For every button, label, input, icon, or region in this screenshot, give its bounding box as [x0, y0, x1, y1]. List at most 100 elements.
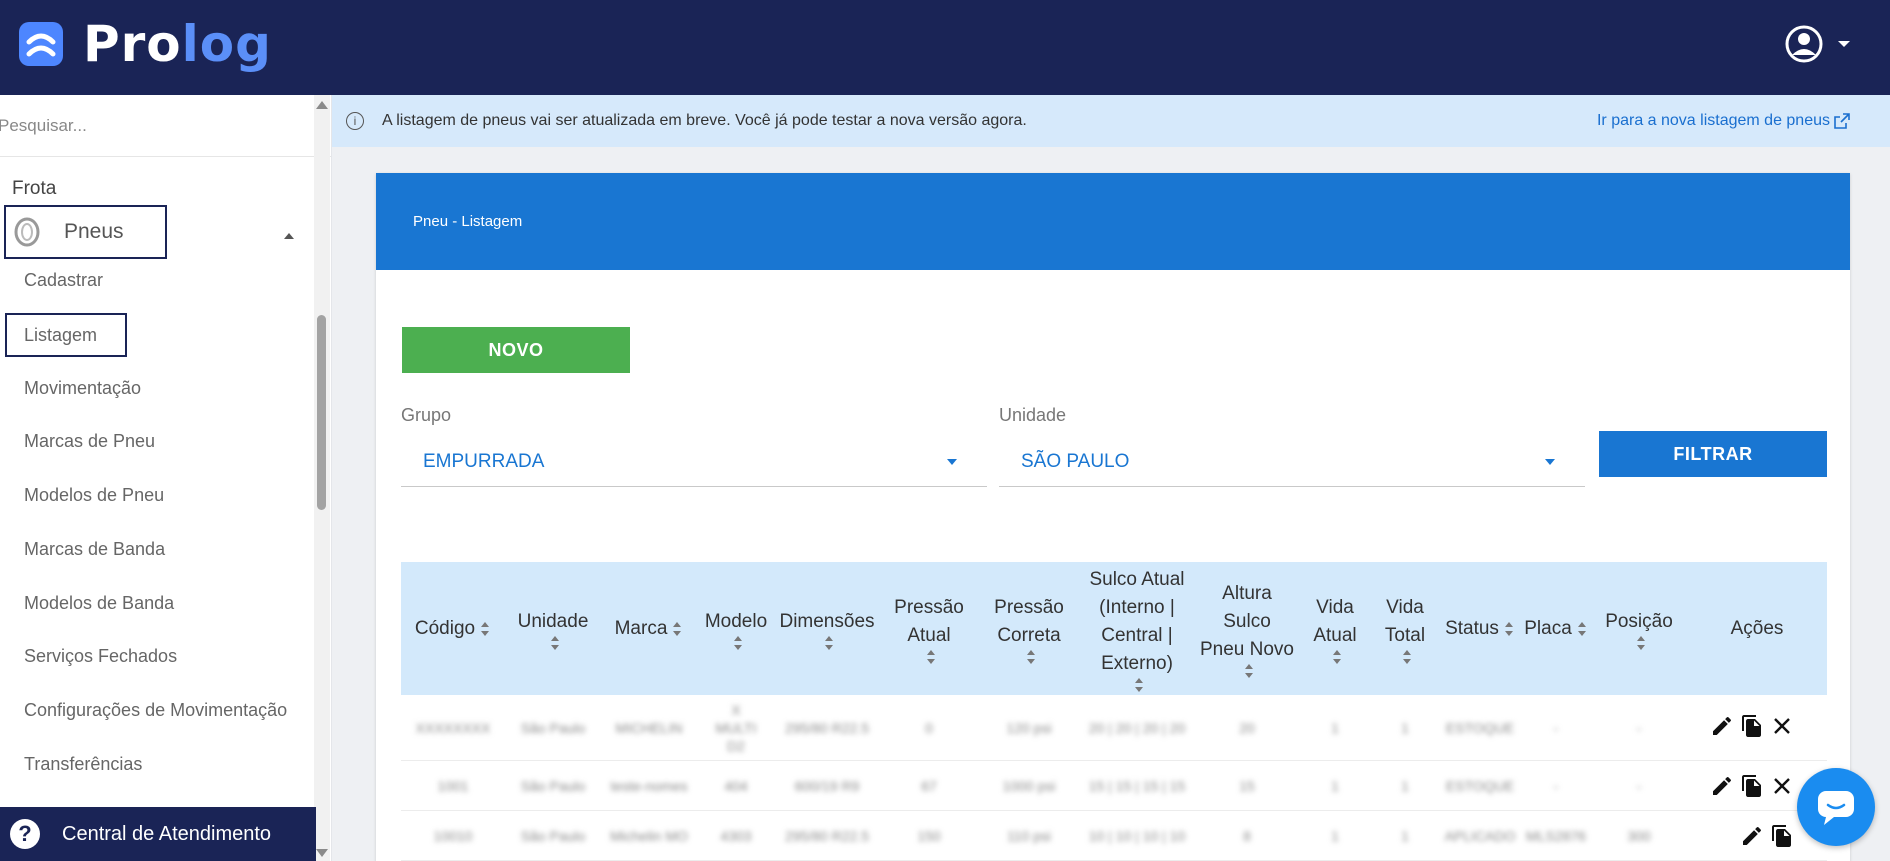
cell-pressao-atual: 67: [921, 778, 937, 794]
sort-icon[interactable]: [1403, 649, 1413, 664]
sidebar-scroll-thumb[interactable]: [317, 315, 326, 510]
cell-altura-sulco: 15: [1239, 778, 1255, 794]
col-header-posicao[interactable]: Posição: [1591, 562, 1687, 695]
user-avatar-icon[interactable]: [1784, 24, 1824, 64]
logo-text-part2: log: [181, 15, 272, 73]
cell-unidade: São Paulo: [520, 720, 586, 736]
info-icon: i: [346, 112, 364, 130]
cell-marca: MICHELIN: [615, 720, 683, 736]
group-select[interactable]: EMPURRADA: [401, 437, 987, 487]
col-header-placa[interactable]: Placa: [1521, 562, 1591, 695]
sort-icon[interactable]: [551, 635, 561, 650]
cell-codigo: XXXXXXXX: [415, 720, 491, 736]
sort-icon[interactable]: [825, 635, 835, 650]
sidebar-item-servicos-fechados[interactable]: Serviços Fechados: [24, 646, 177, 667]
sidebar-item-transferencias[interactable]: Transferências: [24, 754, 142, 775]
help-icon: ?: [10, 819, 40, 849]
col-header-label: Status: [1445, 617, 1499, 639]
cell-vida-atual: 1: [1331, 778, 1339, 794]
chat-widget-button[interactable]: [1797, 768, 1875, 846]
filter-button[interactable]: FILTRAR: [1599, 431, 1827, 477]
col-header-pressao-atual[interactable]: Pressão Atual: [879, 562, 979, 695]
sort-icon[interactable]: [1333, 649, 1343, 664]
sidebar-item-config-movimentacao[interactable]: Configurações de Movimentação: [24, 700, 287, 721]
sidebar-item-modelos-banda[interactable]: Modelos de Banda: [24, 593, 174, 614]
sort-icon[interactable]: [1135, 677, 1145, 692]
cell-dimensoes: 600/19 R9: [794, 778, 860, 794]
sort-icon[interactable]: [481, 621, 491, 636]
col-header-vida-total[interactable]: Vida Total: [1371, 562, 1439, 695]
col-header-label: Modelo: [704, 610, 768, 632]
sort-icon[interactable]: [1637, 635, 1647, 650]
cell-sulco-atual: 20 | 20 | 20 | 20: [1088, 720, 1186, 736]
sidebar-group-label: Pneus: [64, 220, 124, 243]
sort-icon[interactable]: [734, 635, 744, 650]
cell-posicao: -: [1636, 720, 1642, 736]
cell-altura-sulco: 8: [1243, 828, 1251, 844]
row-actions: [1737, 821, 1797, 851]
external-link-icon[interactable]: [1834, 113, 1850, 129]
table-header: Código Unidade Marca Modelo Dimensões Pr…: [401, 562, 1827, 695]
sidebar-item-marcas-pneu[interactable]: Marcas de Pneu: [24, 431, 155, 452]
sidebar-item-modelos-pneu[interactable]: Modelos de Pneu: [24, 485, 164, 506]
cell-vida-total: 1: [1401, 828, 1409, 844]
col-header-marca[interactable]: Marca: [601, 562, 697, 695]
edit-icon[interactable]: [1707, 711, 1737, 741]
col-header-altura-sulco[interactable]: Altura Sulco Pneu Novo: [1195, 562, 1299, 695]
chevron-up-icon[interactable]: [284, 233, 294, 239]
new-list-link[interactable]: Ir para a nova listagem de pneus: [1597, 112, 1830, 130]
user-menu[interactable]: [1784, 24, 1850, 64]
sidebar-item-listagem[interactable]: Listagem: [5, 313, 127, 357]
cell-pressao-correta: 120 psi: [1006, 720, 1052, 736]
app-logo[interactable]: Prolog: [19, 19, 272, 69]
col-header-vida-atual[interactable]: Vida Atual: [1299, 562, 1371, 695]
unit-select[interactable]: SÃO PAULO: [999, 437, 1585, 487]
sort-icon[interactable]: [1245, 663, 1255, 678]
cell-placa: -: [1553, 778, 1559, 794]
cell-sulco-atual: 10 | 10 | 10 | 10: [1088, 828, 1186, 844]
col-header-dimensoes[interactable]: Dimensões: [775, 562, 879, 695]
edit-icon[interactable]: [1707, 771, 1737, 801]
cell-pressao-correta: 1000 psi: [1002, 778, 1056, 794]
edit-icon[interactable]: [1737, 821, 1767, 851]
scroll-down-icon[interactable]: [316, 849, 328, 857]
cell-dimensoes: 295/80 R22.5: [784, 720, 870, 736]
col-header-sulco-atual[interactable]: Sulco Atual (Interno | Central | Externo…: [1079, 562, 1195, 695]
sidebar-group-pneus[interactable]: Pneus: [4, 205, 167, 259]
cell-vida-total: 1: [1401, 778, 1409, 794]
copy-icon[interactable]: [1767, 821, 1797, 851]
sidebar-search-input[interactable]: [0, 115, 298, 136]
info-banner: i A listagem de pneus vai ser atualizada…: [332, 95, 1890, 147]
copy-icon[interactable]: [1737, 771, 1767, 801]
col-header-label: Vida Atual: [1313, 596, 1357, 646]
col-header-pressao-correta[interactable]: Pressão Correta: [979, 562, 1079, 695]
col-header-unidade[interactable]: Unidade: [505, 562, 601, 695]
cell-marca: teste-nomes: [610, 778, 688, 794]
col-header-label: Placa: [1524, 617, 1572, 639]
copy-icon[interactable]: [1737, 711, 1767, 741]
sort-icon[interactable]: [1577, 621, 1588, 636]
new-tire-button[interactable]: NOVO: [402, 327, 630, 373]
table-row[interactable]: XXXXXXXX São Paulo MICHELIN X MULTI D2 2…: [401, 695, 1827, 761]
sidebar-item-cadastrar[interactable]: Cadastrar: [24, 270, 103, 291]
sort-icon[interactable]: [1027, 649, 1037, 664]
sidebar-section-frota: Frota: [12, 178, 57, 199]
help-center-bar[interactable]: ? Central de Atendimento: [0, 807, 316, 861]
col-header-status[interactable]: Status: [1439, 562, 1521, 695]
close-icon[interactable]: [1767, 711, 1797, 741]
scroll-up-icon[interactable]: [316, 101, 328, 109]
chevron-down-icon[interactable]: [1838, 41, 1850, 47]
col-header-codigo[interactable]: Código: [401, 562, 505, 695]
table-row[interactable]: 1001 São Paulo teste-nomes 404 600/19 R9…: [401, 761, 1827, 811]
col-header-label: Ações: [1730, 617, 1784, 639]
sort-icon[interactable]: [927, 649, 937, 664]
close-icon[interactable]: [1767, 771, 1797, 801]
sidebar-item-label: Listagem: [24, 324, 98, 345]
sidebar-item-marcas-banda[interactable]: Marcas de Banda: [24, 539, 165, 560]
sidebar-item-movimentacao[interactable]: Movimentação: [24, 378, 141, 399]
sort-icon[interactable]: [673, 621, 683, 636]
col-header-acoes: Ações: [1687, 562, 1827, 695]
sort-icon[interactable]: [1504, 621, 1515, 636]
table-row[interactable]: 10010 São Paulo Michelin MO 4303 295/80 …: [401, 811, 1827, 861]
col-header-modelo[interactable]: Modelo: [697, 562, 775, 695]
